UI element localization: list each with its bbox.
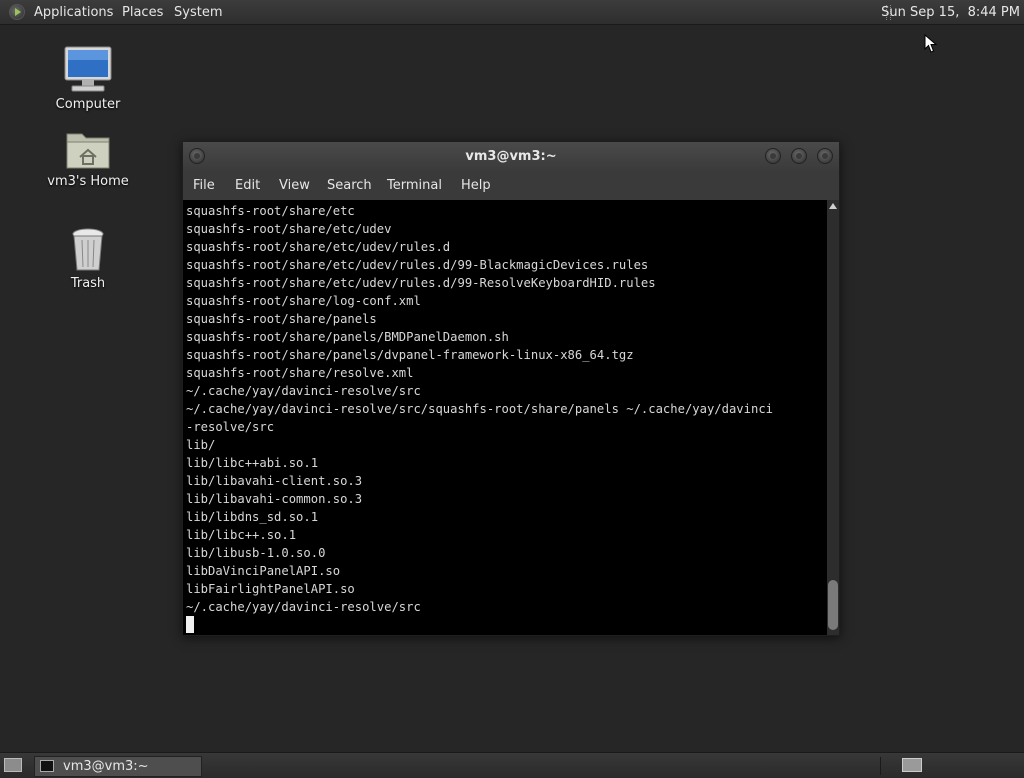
menu-file[interactable]: File [193, 172, 215, 200]
terminal-line: -resolve/src [186, 420, 275, 434]
window-titlebar[interactable]: vm3@vm3:~ [183, 142, 839, 172]
terminal-line: ~/.cache/yay/davinci-resolve/src/squashf… [186, 402, 773, 416]
taskbar-button-terminal[interactable]: vm3@vm3:~ [34, 756, 202, 777]
minimize-button[interactable] [765, 148, 781, 164]
terminal-line: squashfs-root/share/panels [186, 312, 377, 326]
menu-terminal[interactable]: Terminal [387, 172, 442, 200]
terminal-line: squashfs-root/share/etc/udev/rules.d [186, 240, 451, 254]
terminal-window: vm3@vm3:~ File Edit View Search Terminal… [182, 141, 840, 636]
menu-view[interactable]: View [279, 172, 310, 200]
terminal-line: lib/libc++.so.1 [186, 528, 297, 542]
menu-system[interactable]: System [174, 0, 222, 25]
clock[interactable]: Sun Sep 15, 8:44 PM [881, 0, 1020, 25]
close-button[interactable] [817, 148, 833, 164]
show-desktop-icon[interactable] [4, 758, 22, 772]
window-title: vm3@vm3:~ [465, 149, 557, 164]
terminal-line: lib/libavahi-common.so.3 [186, 492, 363, 506]
terminal-line: lib/libavahi-client.so.3 [186, 474, 363, 488]
desktop-icon-label: vm3's Home [47, 174, 129, 189]
terminal-line: squashfs-root/share/log-conf.xml [186, 294, 421, 308]
terminal-line: squashfs-root/share/panels/dvpanel-frame… [186, 348, 634, 362]
terminal-icon [40, 760, 54, 772]
desktop-icon-label: Trash [70, 276, 106, 291]
menu-search[interactable]: Search [327, 172, 372, 200]
terminal-line: lib/libc++abi.so.1 [186, 456, 319, 470]
trash-icon [72, 228, 104, 271]
menu-help[interactable]: Help [461, 172, 491, 200]
terminal-text: squashfs-root/share/etc squashfs-root/sh… [183, 200, 827, 616]
terminal-line: squashfs-root/share/etc/udev [186, 222, 392, 236]
applications-logo-icon[interactable] [9, 4, 25, 20]
terminal-line: squashfs-root/share/etc [186, 204, 355, 218]
terminal-line: libDaVinciPanelAPI.so [186, 564, 341, 578]
panel-separator [880, 757, 881, 775]
terminal-output[interactable]: squashfs-root/share/etc squashfs-root/sh… [183, 200, 827, 635]
desktop-icon-computer[interactable]: Computer [38, 45, 138, 112]
terminal-menubar: File Edit View Search Terminal Help [183, 172, 839, 200]
scroll-thumb[interactable] [828, 580, 838, 630]
menu-applications[interactable]: Applications [34, 0, 113, 25]
desktop-icon-trash[interactable]: Trash [38, 226, 138, 291]
desktop-icon-home[interactable]: vm3's Home [38, 128, 138, 189]
terminal-line: squashfs-root/share/etc/udev/rules.d/99-… [186, 258, 649, 272]
terminal-line: ~/.cache/yay/davinci-resolve/src [186, 600, 421, 614]
taskbar-button-label: vm3@vm3:~ [63, 759, 149, 774]
top-panel: Applications Places System Sun Sep 15, 8… [0, 0, 1024, 25]
terminal-line: lib/ [186, 438, 216, 452]
scroll-up-arrow-icon[interactable] [829, 203, 837, 209]
terminal-line: lib/libusb-1.0.so.0 [186, 546, 326, 560]
bottom-panel: vm3@vm3:~ [0, 752, 1024, 778]
terminal-line: squashfs-root/share/panels/BMDPanelDaemo… [186, 330, 509, 344]
terminal-line: lib/libdns_sd.so.1 [186, 510, 319, 524]
mouse-cursor-icon [924, 34, 938, 53]
menu-places[interactable]: Places [122, 0, 163, 25]
computer-icon [64, 46, 112, 92]
text-cursor [186, 616, 194, 633]
maximize-button[interactable] [791, 148, 807, 164]
home-folder-icon [66, 133, 110, 169]
terminal-line: libFairlightPanelAPI.so [186, 582, 355, 596]
terminal-line: ~/.cache/yay/davinci-resolve/src [186, 384, 421, 398]
terminal-scrollbar[interactable] [827, 200, 839, 635]
terminal-line: squashfs-root/share/resolve.xml [186, 366, 414, 380]
desktop-icon-label: Computer [55, 97, 121, 112]
menu-edit[interactable]: Edit [235, 172, 260, 200]
workspace-switcher[interactable] [902, 758, 922, 772]
terminal-line: squashfs-root/share/etc/udev/rules.d/99-… [186, 276, 656, 290]
